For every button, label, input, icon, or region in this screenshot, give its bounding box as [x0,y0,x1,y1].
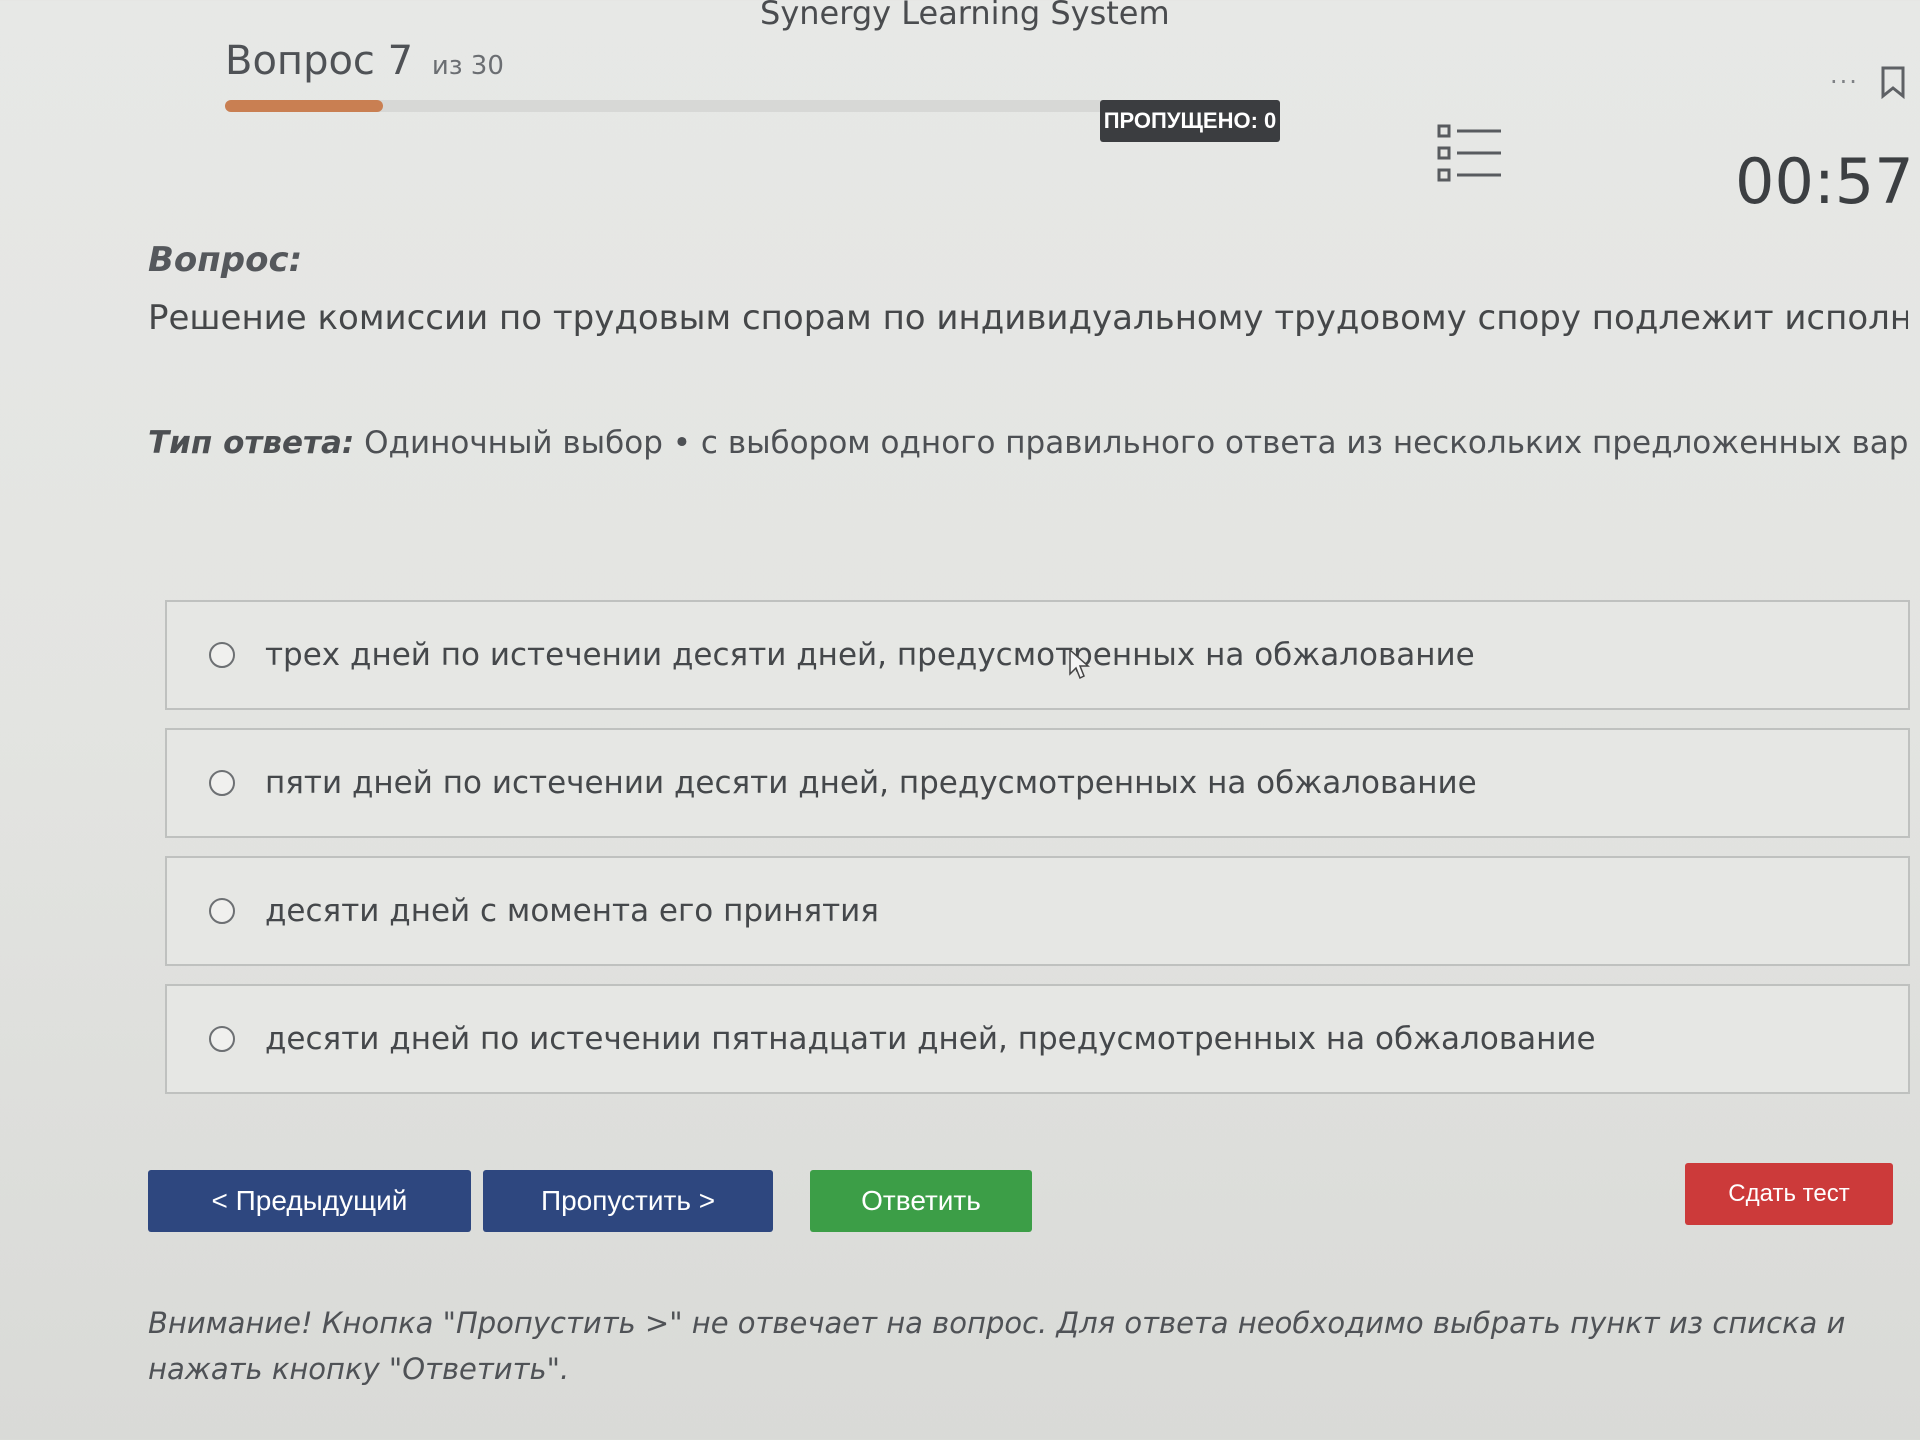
header: Вопрос 7 из 30 ПРОПУЩЕНО: 0 ··· 00:57:28 [0,0,1920,230]
question-total: из 30 [431,51,504,81]
answer-option[interactable]: десяти дней с момента его принятия [165,856,1910,966]
answer-options: трех дней по истечении десяти дней, пред… [165,600,1910,1112]
bookmark-icon[interactable] [1880,65,1906,100]
radio-button[interactable] [209,1026,235,1052]
answer-option[interactable]: трех дней по истечении десяти дней, пред… [165,600,1910,710]
question-counter: Вопрос 7 из 30 [225,38,504,84]
skipped-badge: ПРОПУЩЕНО: 0 [1100,100,1280,142]
answer-option-text: десяти дней по истечении пятнадцати дней… [265,1021,1596,1057]
skip-button[interactable]: Пропустить > [483,1170,773,1232]
question-number: Вопрос 7 [225,38,414,84]
question-label: Вопрос: [148,240,303,280]
answer-type-value: Одиночный выбор • с выбором одного прави… [364,425,1908,461]
answer-type: Тип ответа: Одиночный выбор • с выбором … [148,425,1908,461]
previous-button[interactable]: < Предыдущий [148,1170,471,1232]
timer: 00:57:28 [1735,145,1920,218]
answer-type-label: Тип ответа: [148,425,355,461]
question-text: Решение комиссии по трудовым спорам по и… [148,298,1908,338]
list-icon[interactable] [1435,122,1505,184]
submit-test-button[interactable]: Сдать тест [1685,1163,1893,1225]
radio-button[interactable] [209,898,235,924]
answer-option[interactable]: пяти дней по истечении десяти дней, пред… [165,728,1910,838]
radio-button[interactable] [209,642,235,668]
answer-option-text: пяти дней по истечении десяти дней, пред… [265,765,1477,801]
mouse-cursor-icon [1068,648,1090,680]
answer-button[interactable]: Ответить [810,1170,1032,1232]
notice-text: Внимание! Кнопка "Пропустить >" не отвеч… [148,1306,1846,1386]
answer-option-text: трех дней по истечении десяти дней, пред… [265,637,1475,673]
more-icon[interactable]: ··· [1830,68,1859,96]
progress-fill [225,100,384,112]
answer-option-text: десяти дней с момента его принятия [265,893,879,929]
answer-option[interactable]: десяти дней по истечении пятнадцати дней… [165,984,1910,1094]
radio-button[interactable] [209,770,235,796]
